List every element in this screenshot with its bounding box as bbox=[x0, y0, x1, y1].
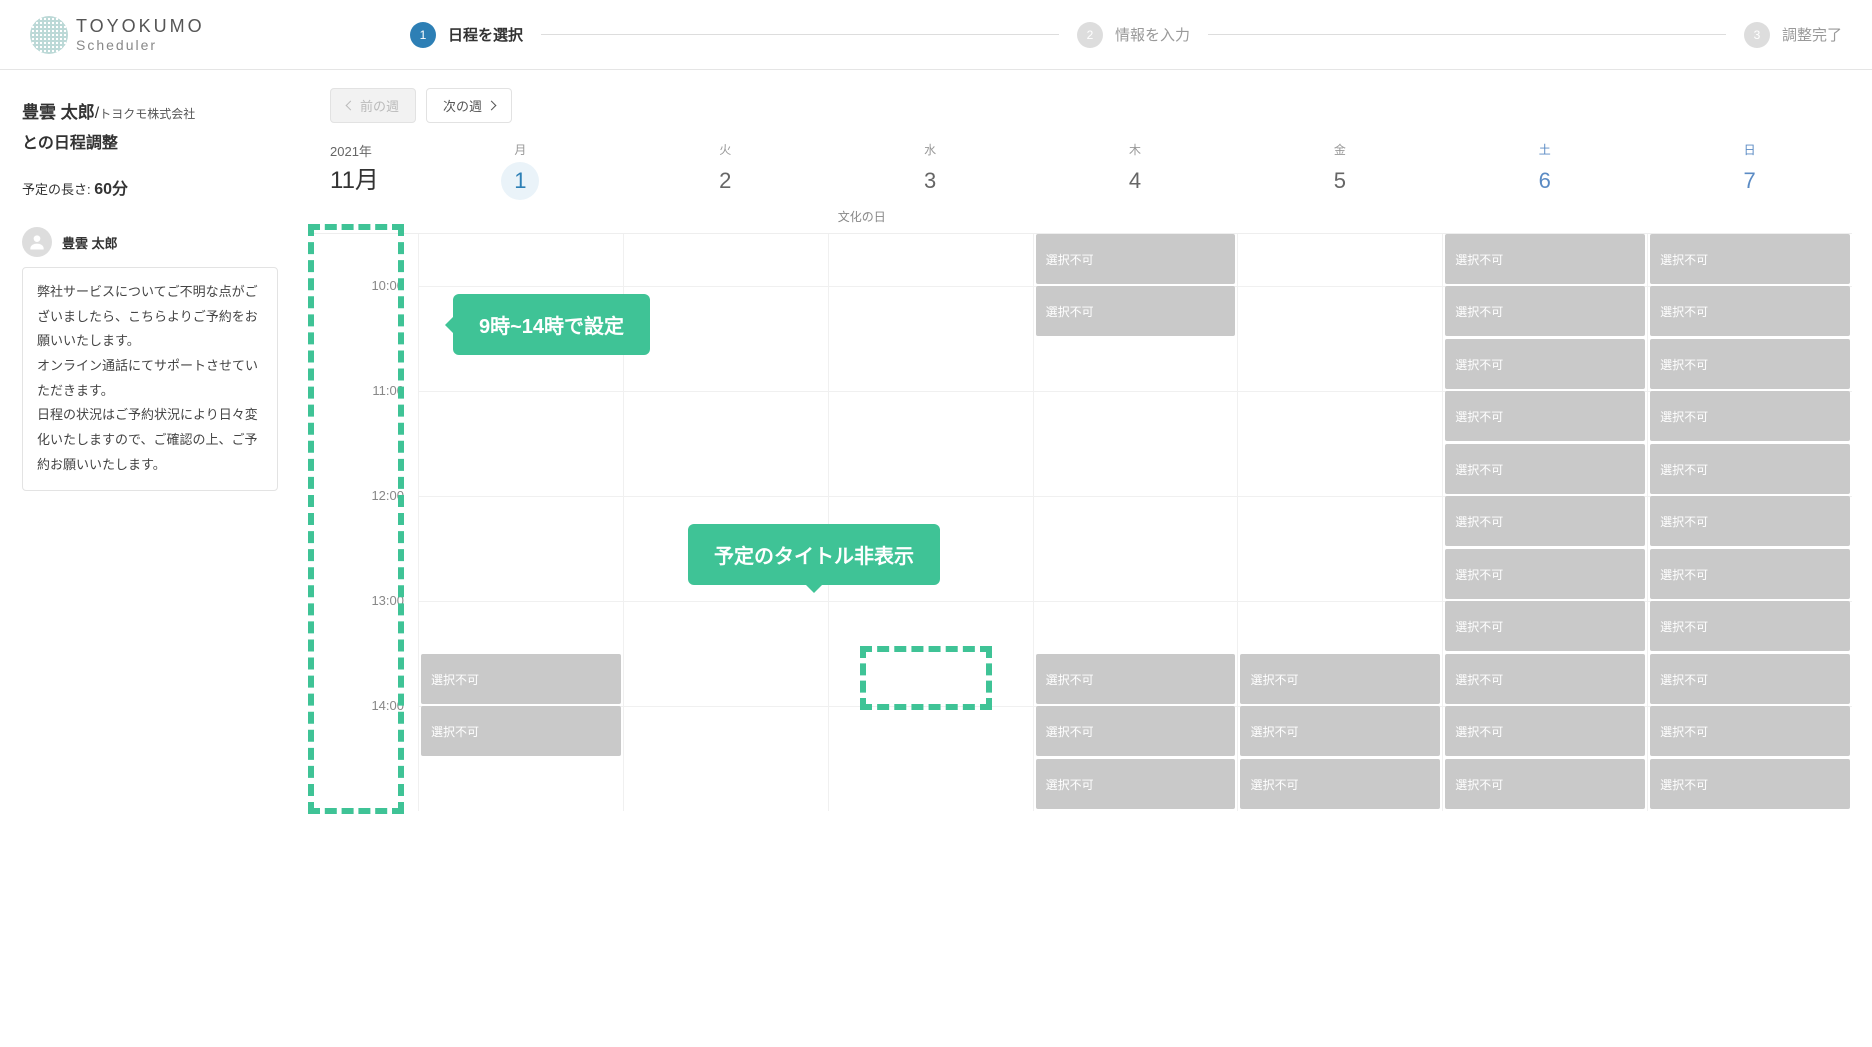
unavailable-slot: 選択不可 bbox=[1240, 759, 1440, 809]
unavailable-slot: 選択不可 bbox=[1036, 759, 1236, 809]
holiday-cell bbox=[1442, 200, 1647, 233]
host-heading: 豊雲 太郎/トヨクモ株式会社 bbox=[22, 98, 278, 123]
time-label: 12:00 bbox=[308, 488, 418, 593]
unavailable-slot: 選択不可 bbox=[1650, 549, 1850, 599]
day-head-4: 木4 bbox=[1033, 141, 1238, 200]
holiday-cell bbox=[1237, 200, 1442, 233]
day-column[interactable]: 選択不可選択不可選択不可 bbox=[1237, 234, 1442, 811]
prev-week-button: 前の週 bbox=[330, 88, 416, 123]
holiday-row: 文化の日 bbox=[308, 200, 1852, 234]
unavailable-slot: 選択不可 bbox=[1036, 706, 1236, 756]
unavailable-slot: 選択不可 bbox=[1445, 391, 1645, 441]
day-column[interactable]: 選択不可選択不可選択不可選択不可選択不可選択不可選択不可選択不可選択不可選択不可… bbox=[1647, 234, 1852, 811]
day-column[interactable]: 選択不可選択不可選択不可選択不可選択不可 bbox=[1033, 234, 1238, 811]
holiday-cell: 文化の日 bbox=[828, 200, 1033, 233]
holiday-cell bbox=[418, 200, 623, 233]
user-row: 豊雲 太郎 bbox=[22, 227, 278, 257]
unavailable-slot: 選択不可 bbox=[1650, 706, 1850, 756]
host-subtitle: との日程調整 bbox=[22, 129, 278, 153]
day-head-1: 月1 bbox=[418, 141, 623, 200]
progress-steps: 1 日程を選択 2 情報を入力 3 調整完了 bbox=[410, 22, 1842, 48]
message-box: 弊社サービスについてご不明な点がございましたら、こちらよりご予約をお願いいたしま… bbox=[22, 267, 278, 491]
day-head-7: 日7 bbox=[1647, 141, 1852, 200]
holiday-cell bbox=[1033, 200, 1238, 233]
holiday-cell bbox=[623, 200, 828, 233]
calendar-content: 前の週 次の週 2021年 11月 月1火2水3木4金5土6日7 文化の日 10… bbox=[300, 70, 1872, 811]
unavailable-slot: 選択不可 bbox=[1650, 339, 1850, 389]
time-column: 10:0011:0012:0013:0014:00 bbox=[308, 234, 418, 811]
time-label: 14:00 bbox=[308, 698, 418, 803]
unavailable-slot: 選択不可 bbox=[1445, 234, 1645, 284]
brand-sub: Scheduler bbox=[76, 37, 205, 53]
step-1: 1 日程を選択 bbox=[410, 22, 523, 48]
chevron-right-icon bbox=[487, 101, 497, 111]
callout-title-hidden: 予定のタイトル非表示 bbox=[688, 524, 940, 585]
day-head-5: 金5 bbox=[1237, 141, 1442, 200]
avatar-icon bbox=[22, 227, 52, 257]
unavailable-slot: 選択不可 bbox=[1445, 444, 1645, 494]
duration-row: 予定の長さ: 60分 bbox=[22, 175, 278, 199]
time-label: 11:00 bbox=[308, 383, 418, 488]
sidebar: 豊雲 太郎/トヨクモ株式会社 との日程調整 予定の長さ: 60分 豊雲 太郎 弊… bbox=[0, 70, 300, 811]
brand-logo-icon bbox=[30, 16, 68, 54]
unavailable-slot: 選択不可 bbox=[1240, 706, 1440, 756]
unavailable-slot: 選択不可 bbox=[1445, 759, 1645, 809]
unavailable-slot: 選択不可 bbox=[1036, 286, 1236, 336]
unavailable-slot: 選択不可 bbox=[1650, 286, 1850, 336]
unavailable-slot: 選択不可 bbox=[1445, 601, 1645, 651]
unavailable-slot: 選択不可 bbox=[1445, 286, 1645, 336]
next-week-button[interactable]: 次の週 bbox=[426, 88, 512, 123]
chevron-left-icon bbox=[346, 101, 356, 111]
calendar-header-row: 2021年 11月 月1火2水3木4金5土6日7 bbox=[308, 141, 1852, 200]
unavailable-slot: 選択不可 bbox=[1240, 654, 1440, 704]
month-label: 2021年 11月 bbox=[308, 141, 418, 200]
unavailable-slot: 選択不可 bbox=[1445, 496, 1645, 546]
brand: TOYOKUMO Scheduler bbox=[30, 16, 410, 54]
day-column[interactable]: 選択不可選択不可選択不可選択不可選択不可選択不可選択不可選択不可選択不可選択不可… bbox=[1442, 234, 1647, 811]
unavailable-slot: 選択不可 bbox=[1445, 706, 1645, 756]
time-label: 13:00 bbox=[308, 593, 418, 698]
unavailable-slot: 選択不可 bbox=[1650, 759, 1850, 809]
unavailable-slot: 選択不可 bbox=[1445, 339, 1645, 389]
day-head-2: 火2 bbox=[623, 141, 828, 200]
header: TOYOKUMO Scheduler 1 日程を選択 2 情報を入力 3 調整完… bbox=[0, 0, 1872, 70]
day-column[interactable] bbox=[623, 234, 828, 811]
step-3: 3 調整完了 bbox=[1744, 22, 1842, 48]
day-column[interactable] bbox=[828, 234, 1033, 811]
day-head-6: 土6 bbox=[1442, 141, 1647, 200]
unavailable-slot: 選択不可 bbox=[1036, 234, 1236, 284]
unavailable-slot: 選択不可 bbox=[1445, 549, 1645, 599]
callout-time-range: 9時~14時で設定 bbox=[453, 294, 650, 355]
brand-name: TOYOKUMO bbox=[76, 16, 205, 37]
unavailable-slot: 選択不可 bbox=[421, 706, 621, 756]
unavailable-slot: 選択不可 bbox=[1650, 601, 1850, 651]
unavailable-slot: 選択不可 bbox=[1650, 391, 1850, 441]
unavailable-slot: 選択不可 bbox=[1650, 444, 1850, 494]
unavailable-slot: 選択不可 bbox=[1650, 234, 1850, 284]
unavailable-slot: 選択不可 bbox=[1445, 654, 1645, 704]
unavailable-slot: 選択不可 bbox=[1650, 496, 1850, 546]
step-2: 2 情報を入力 bbox=[1077, 22, 1190, 48]
time-label: 10:00 bbox=[308, 278, 418, 383]
user-name: 豊雲 太郎 bbox=[62, 233, 118, 252]
unavailable-slot: 選択不可 bbox=[1036, 654, 1236, 704]
holiday-cell bbox=[1647, 200, 1852, 233]
unavailable-slot: 選択不可 bbox=[1650, 654, 1850, 704]
unavailable-slot: 選択不可 bbox=[421, 654, 621, 704]
day-head-3: 水3 bbox=[828, 141, 1033, 200]
